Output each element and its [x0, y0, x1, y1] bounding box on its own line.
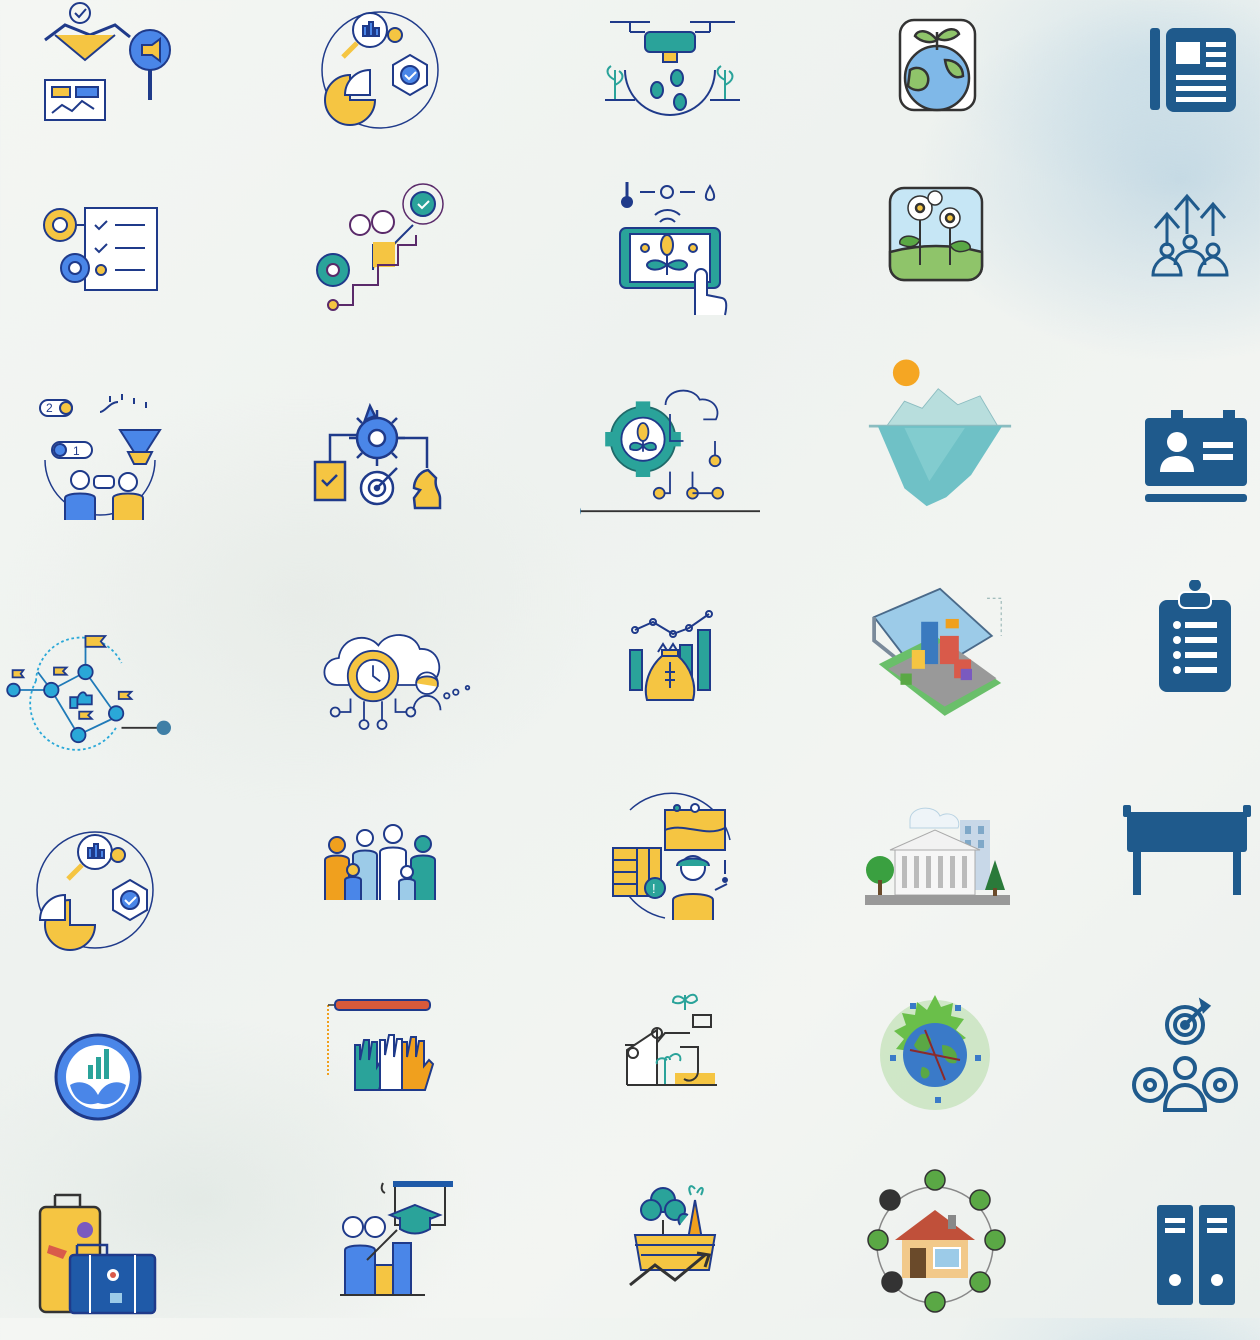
svg-text:1: 1: [73, 444, 80, 458]
smart-agriculture-tablet-icon: [585, 170, 765, 330]
raised-hands-vote-icon: [300, 990, 480, 1150]
business-handshake-icon: [10, 0, 190, 155]
farm-risk-management-icon: !: [585, 790, 765, 950]
network-milestones-icon: [0, 610, 180, 770]
government-building-icon: [850, 790, 1030, 950]
green-earth-icon: [850, 975, 1030, 1135]
data-analysis-icon: [295, 0, 475, 160]
strategy-planning-icon: [295, 380, 475, 540]
newsletter-icon: [1110, 0, 1260, 160]
group-growth-icon: [1105, 170, 1260, 330]
career-growth-icon: [295, 170, 475, 330]
customer-journey-funnel-icon: 2 1: [10, 380, 190, 540]
family-generations-icon: [295, 800, 475, 960]
svg-text:!: !: [652, 881, 656, 896]
binders-icon: [1115, 1180, 1260, 1340]
clipboard-list-icon: [1105, 580, 1260, 740]
flowers-field-icon: [850, 170, 1030, 330]
financial-growth-icon: [580, 600, 760, 760]
earth-plant-icon: [850, 0, 1030, 160]
cloud-time-management-icon: [310, 605, 490, 765]
robotic-agriculture-icon: [585, 985, 765, 1145]
svg-text:2: 2: [46, 401, 53, 415]
signboard-icon: [1105, 790, 1260, 950]
sustainable-growth-icon: [10, 995, 190, 1155]
smart-farming-drone-icon: [585, 0, 765, 160]
education-growth-icon: [305, 1165, 485, 1325]
agri-tech-cloud-gear-icon: [580, 370, 760, 530]
id-card-icon: [1105, 380, 1260, 540]
data-analysis-icon-2: [10, 800, 190, 960]
iceberg-icon: [850, 355, 1030, 515]
agri-produce-growth-icon: [585, 1175, 765, 1335]
process-checklist-icon: [10, 170, 190, 330]
eco-home-icon: [850, 1160, 1030, 1320]
team-goals-icon: [1100, 990, 1260, 1150]
travel-luggage-icon: [15, 1175, 195, 1335]
smart-city-icon: [850, 570, 1030, 730]
